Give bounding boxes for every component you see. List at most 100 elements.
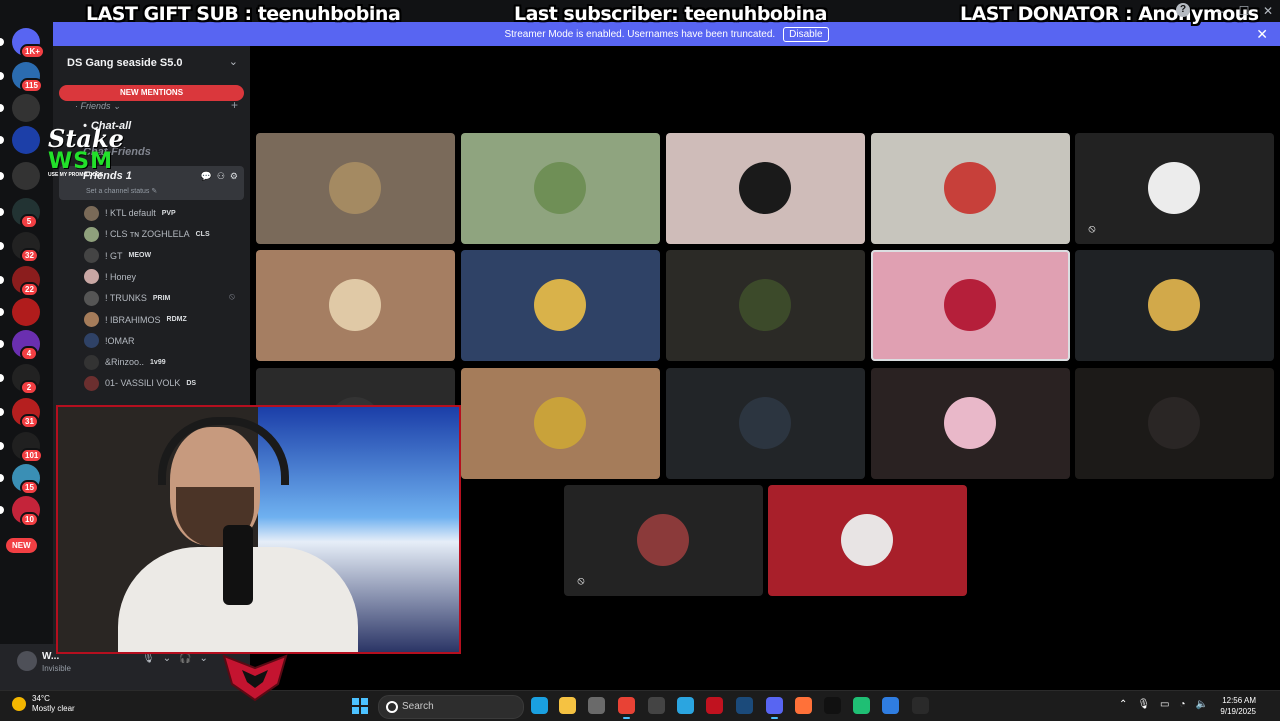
avatar — [84, 312, 99, 327]
avatar — [84, 354, 99, 370]
banner-close-icon[interactable]: ✕ — [1256, 26, 1268, 43]
maximize-icon[interactable]: ☐ — [1232, 0, 1256, 22]
gear-icon[interactable]: ⚙ — [230, 171, 238, 182]
display-icon[interactable]: ▭ — [1160, 699, 1169, 710]
mic-icon[interactable]: 🎙 — [142, 653, 155, 664]
voice-member[interactable]: &Rinzoo.. 1v99 — [84, 354, 166, 370]
member-name: ! GT — [105, 250, 123, 261]
unread-badge: 4 — [20, 346, 38, 361]
promo-code-text: WSM — [48, 149, 114, 174]
server-icon[interactable] — [12, 126, 40, 154]
headphones-icon[interactable]: 🎧 — [179, 653, 191, 664]
chevron-down-icon[interactable]: ⌄ — [200, 653, 208, 664]
channel-status-hint[interactable]: Set a channel status ✎ — [86, 187, 157, 195]
unread-pip — [0, 408, 4, 416]
obs-icon[interactable] — [648, 697, 665, 714]
discord-icon[interactable] — [766, 697, 783, 719]
member-name: ! Honey — [105, 271, 137, 282]
unread-pip — [0, 72, 4, 80]
participant-tile[interactable] — [768, 485, 967, 596]
opera-icon[interactable] — [706, 697, 723, 714]
new-unreads-pill[interactable]: NEW — [6, 538, 37, 553]
unread-pip — [0, 442, 4, 450]
voice-member[interactable]: ! GT MEOW — [84, 248, 151, 264]
firefox-icon[interactable] — [795, 697, 812, 714]
participant-tile[interactable] — [1075, 368, 1274, 479]
member-tag: 1v99 — [150, 358, 166, 366]
participant-tile[interactable] — [1075, 250, 1274, 361]
capcut-icon[interactable] — [824, 697, 841, 714]
voice-member[interactable]: ! CLS ᴛɴ ZOGHLELA CLS — [84, 226, 210, 242]
participant-tile[interactable] — [666, 133, 865, 244]
chevron-down-icon[interactable]: ⌄ — [163, 653, 171, 664]
weather-widget[interactable]: 34°C Mostly clear — [12, 694, 75, 714]
participant-tile[interactable] — [871, 368, 1070, 479]
minimize-icon[interactable]: – — [1208, 0, 1232, 22]
participant-tile[interactable] — [256, 250, 455, 361]
unread-badge: 31 — [20, 414, 39, 429]
voice-member[interactable]: !OMAR — [84, 333, 135, 349]
member-name: ! IBRAHIMOS — [105, 314, 161, 325]
voice-member[interactable]: ! IBRAHIMOS RDMZ — [84, 312, 187, 328]
participant-tile[interactable] — [256, 133, 455, 244]
taskbar-search[interactable]: Search — [378, 695, 524, 719]
voice-member[interactable]: 01- VASSILI VOLK DS — [84, 375, 196, 391]
clock[interactable]: 12:56 AM 9/19/2025 — [1220, 695, 1256, 717]
member-tag: CLS — [195, 230, 210, 238]
windows-start-icon[interactable] — [352, 698, 368, 714]
avatar[interactable] — [17, 651, 37, 671]
avatar — [739, 162, 791, 214]
participant-tile[interactable] — [666, 250, 865, 361]
unread-pip — [0, 104, 4, 112]
epic-games-icon[interactable] — [912, 697, 929, 714]
category-friends[interactable]: · Friends ⌄ — [75, 101, 121, 112]
participant-tile[interactable]: ⦸ — [1075, 133, 1274, 244]
volume-icon[interactable]: 🔈 — [1196, 699, 1208, 710]
server-icon[interactable] — [12, 298, 40, 326]
mic-icon[interactable]: 🎙 — [1137, 699, 1150, 710]
participant-tile[interactable] — [461, 368, 660, 479]
edge-icon[interactable] — [531, 697, 548, 714]
wifi-icon[interactable]: ◔ — [1180, 699, 1186, 710]
participant-tile[interactable]: ⦸ — [564, 485, 763, 596]
voice-member[interactable]: ! Honey — [84, 269, 136, 285]
invite-icon[interactable]: ⚇ — [217, 171, 225, 182]
participant-tile[interactable] — [666, 368, 865, 479]
participant-tile[interactable] — [461, 250, 660, 361]
avatar — [1148, 162, 1200, 214]
time: 12:56 AM — [1222, 696, 1256, 705]
avatar — [841, 514, 893, 566]
chat-bubble-icon[interactable]: 💬 — [201, 171, 212, 182]
close-icon[interactable]: ✕ — [1256, 0, 1280, 22]
store-icon[interactable] — [588, 697, 605, 714]
telegram-icon[interactable] — [677, 697, 694, 714]
file-explorer-icon[interactable] — [559, 697, 576, 714]
guild-name[interactable]: DS Gang seaside S5.0 — [67, 57, 183, 69]
new-mentions-button[interactable]: NEW MENTIONS — [59, 85, 244, 101]
server-icon[interactable] — [12, 162, 40, 190]
chrome-icon[interactable] — [618, 697, 635, 719]
disable-button[interactable]: Disable — [783, 26, 829, 42]
avatar — [637, 514, 689, 566]
participant-tile[interactable] — [871, 250, 1070, 361]
server-icon[interactable] — [12, 94, 40, 122]
voice-member[interactable]: ! TRUNKS PRIM ⦸ — [84, 290, 235, 306]
participant-tile[interactable] — [461, 133, 660, 244]
tv-logo-icon — [222, 654, 288, 702]
participant-tile[interactable] — [871, 133, 1070, 244]
avatar — [1148, 397, 1200, 449]
app-green-icon[interactable] — [853, 697, 870, 714]
chevron-down-icon[interactable]: ⌄ — [229, 55, 238, 68]
chevron-up-icon[interactable]: ⌃ — [1119, 699, 1127, 710]
unread-pip — [0, 308, 4, 316]
help-icon[interactable]: ? — [1176, 3, 1190, 17]
app-blue-icon[interactable] — [882, 697, 899, 714]
steam-icon[interactable] — [736, 697, 753, 714]
avatar — [84, 375, 99, 391]
add-channel-icon[interactable]: + — [231, 98, 238, 112]
muted-icon: ⦸ — [229, 291, 235, 302]
unread-pip — [0, 340, 4, 348]
muted-mic-icon: ⦸ — [577, 575, 585, 587]
unread-badge: 5 — [20, 214, 38, 229]
voice-member[interactable]: ! KTL default PVP — [84, 205, 176, 221]
